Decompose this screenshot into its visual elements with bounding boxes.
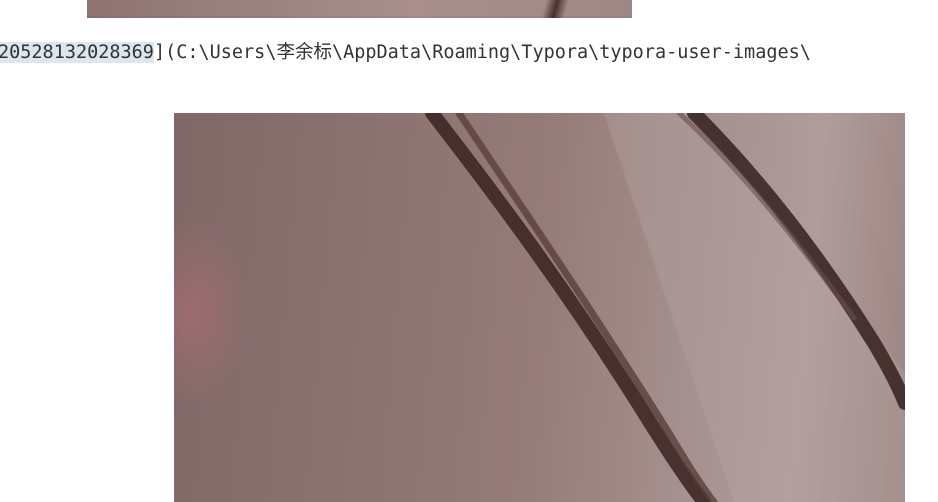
markdown-image-source-line[interactable]: 20528132028369](C:\Users\李余标\AppData\Roa… bbox=[0, 38, 811, 68]
image-path-text[interactable]: ](C:\Users\李余标\AppData\Roaming\Typora\ty… bbox=[154, 42, 811, 63]
image-content-strokes bbox=[425, 113, 905, 502]
embedded-image-top[interactable] bbox=[87, 0, 632, 18]
selected-image-name-text[interactable]: 20528132028369 bbox=[0, 42, 154, 63]
typora-editor-page: 20528132028369](C:\Users\李余标\AppData\Roa… bbox=[0, 0, 938, 502]
embedded-image-main[interactable] bbox=[174, 113, 905, 502]
